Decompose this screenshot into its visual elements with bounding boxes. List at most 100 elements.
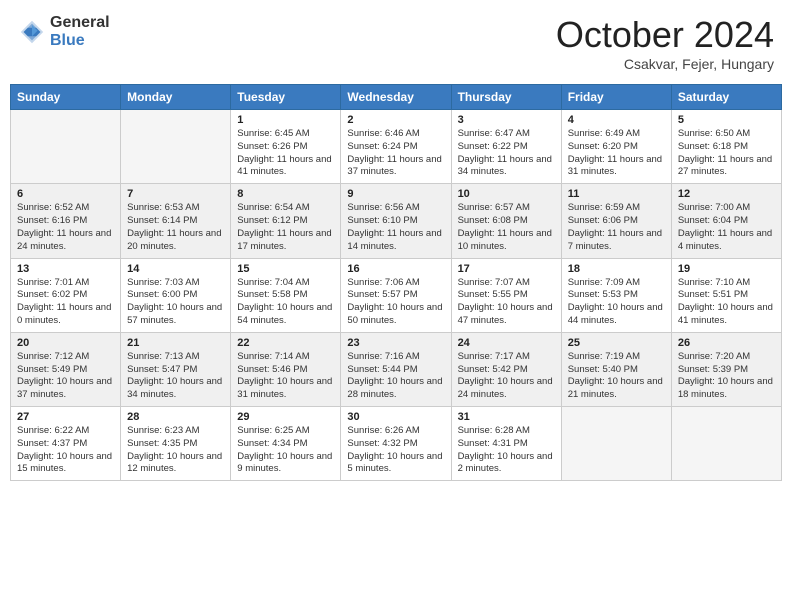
logo-icon xyxy=(18,18,46,46)
day-detail: Sunrise: 6:46 AM Sunset: 6:24 PM Dayligh… xyxy=(347,128,444,179)
calendar-cell: 18Sunrise: 7:09 AM Sunset: 5:53 PM Dayli… xyxy=(561,258,671,332)
day-detail: Sunrise: 7:00 AM Sunset: 6:04 PM Dayligh… xyxy=(678,202,775,253)
day-number: 3 xyxy=(458,114,555,126)
calendar-table: SundayMondayTuesdayWednesdayThursdayFrid… xyxy=(10,84,782,481)
day-detail: Sunrise: 6:53 AM Sunset: 6:14 PM Dayligh… xyxy=(127,202,224,253)
day-number: 2 xyxy=(347,114,444,126)
day-number: 9 xyxy=(347,188,444,200)
calendar-header-row: SundayMondayTuesdayWednesdayThursdayFrid… xyxy=(11,85,782,110)
logo-text: General Blue xyxy=(50,14,110,49)
calendar-cell xyxy=(11,110,121,184)
day-number: 5 xyxy=(678,114,775,126)
day-detail: Sunrise: 7:06 AM Sunset: 5:57 PM Dayligh… xyxy=(347,277,444,328)
logo-blue: Blue xyxy=(50,32,110,50)
day-number: 8 xyxy=(237,188,334,200)
calendar-cell: 16 Sunrise: 7:06 AM Sunset: 5:57 PM Dayli… xyxy=(341,258,451,332)
day-detail: Sunrise: 6:54 AM Sunset: 6:12 PM Dayligh… xyxy=(237,202,334,253)
calendar-cell xyxy=(671,407,781,481)
calendar-cell: 13 Sunrise: 7:01 AM Sunset: 6:02 PM Dayli… xyxy=(11,258,121,332)
calendar-cell: 24 Sunrise: 7:17 AM Sunset: 5:42 PM Dayli… xyxy=(451,332,561,406)
day-number: 19 xyxy=(678,263,775,275)
day-detail: Sunrise: 7:13 AM Sunset: 5:47 PM Dayligh… xyxy=(127,351,224,402)
calendar-cell xyxy=(561,407,671,481)
day-detail: Sunrise: 7:16 AM Sunset: 5:44 PM Dayligh… xyxy=(347,351,444,402)
calendar-cell: 14Sunrise: 7:03 AM Sunset: 6:00 PM Dayli… xyxy=(121,258,231,332)
day-number: 11 xyxy=(568,188,665,200)
day-number: 30 xyxy=(347,411,444,423)
weekday-header: Monday xyxy=(121,85,231,110)
day-number: 31 xyxy=(458,411,555,423)
day-detail: Sunrise: 7:12 AM Sunset: 5:49 PM Dayligh… xyxy=(17,351,114,402)
day-number: 26 xyxy=(678,337,775,349)
day-number: 16 xyxy=(347,263,444,275)
day-detail: Sunrise: 6:47 AM Sunset: 6:22 PM Dayligh… xyxy=(458,128,555,179)
day-detail: Sunrise: 6:26 AM Sunset: 4:32 PM Dayligh… xyxy=(347,425,444,476)
day-number: 24 xyxy=(458,337,555,349)
day-number: 10 xyxy=(458,188,555,200)
calendar-cell: 17Sunrise: 7:07 AM Sunset: 5:55 PM Dayli… xyxy=(451,258,561,332)
calendar-cell: 22Sunrise: 7:14 AM Sunset: 5:46 PM Dayli… xyxy=(231,332,341,406)
day-detail: Sunrise: 7:01 AM Sunset: 6:02 PM Dayligh… xyxy=(17,277,114,328)
month-title: October 2024 xyxy=(556,14,774,56)
calendar-cell: 3 Sunrise: 6:47 AM Sunset: 6:22 PM Daylig… xyxy=(451,110,561,184)
day-number: 21 xyxy=(127,337,224,349)
day-detail: Sunrise: 6:22 AM Sunset: 4:37 PM Dayligh… xyxy=(17,425,114,476)
calendar-week-row: 27 Sunrise: 6:22 AM Sunset: 4:37 PM Dayli… xyxy=(11,407,782,481)
calendar-cell: 8 Sunrise: 6:54 AM Sunset: 6:12 PM Daylig… xyxy=(231,184,341,258)
day-number: 12 xyxy=(678,188,775,200)
page-header: General Blue October 2024 Csakvar, Fejer… xyxy=(10,10,782,76)
calendar-cell: 10 Sunrise: 6:57 AM Sunset: 6:08 PM Dayli… xyxy=(451,184,561,258)
day-number: 15 xyxy=(237,263,334,275)
day-detail: Sunrise: 7:04 AM Sunset: 5:58 PM Dayligh… xyxy=(237,277,334,328)
day-detail: Sunrise: 6:49 AM Sunset: 6:20 PM Dayligh… xyxy=(568,128,665,179)
calendar-cell: 6 Sunrise: 6:52 AM Sunset: 6:16 PM Daylig… xyxy=(11,184,121,258)
day-number: 18 xyxy=(568,263,665,275)
day-detail: Sunrise: 7:03 AM Sunset: 6:00 PM Dayligh… xyxy=(127,277,224,328)
day-detail: Sunrise: 7:14 AM Sunset: 5:46 PM Dayligh… xyxy=(237,351,334,402)
day-detail: Sunrise: 6:57 AM Sunset: 6:08 PM Dayligh… xyxy=(458,202,555,253)
calendar-cell: 7 Sunrise: 6:53 AM Sunset: 6:14 PM Daylig… xyxy=(121,184,231,258)
day-detail: Sunrise: 7:20 AM Sunset: 5:39 PM Dayligh… xyxy=(678,351,775,402)
logo: General Blue xyxy=(18,14,110,49)
day-number: 17 xyxy=(458,263,555,275)
day-number: 27 xyxy=(17,411,114,423)
day-number: 28 xyxy=(127,411,224,423)
calendar-cell: 25Sunrise: 7:19 AM Sunset: 5:40 PM Dayli… xyxy=(561,332,671,406)
calendar-cell: 1Sunrise: 6:45 AM Sunset: 6:26 PM Daylig… xyxy=(231,110,341,184)
day-detail: Sunrise: 7:19 AM Sunset: 5:40 PM Dayligh… xyxy=(568,351,665,402)
calendar-week-row: 13 Sunrise: 7:01 AM Sunset: 6:02 PM Dayli… xyxy=(11,258,782,332)
day-detail: Sunrise: 6:52 AM Sunset: 6:16 PM Dayligh… xyxy=(17,202,114,253)
calendar-cell: 19 Sunrise: 7:10 AM Sunset: 5:51 PM Dayli… xyxy=(671,258,781,332)
day-detail: Sunrise: 6:56 AM Sunset: 6:10 PM Dayligh… xyxy=(347,202,444,253)
day-number: 1 xyxy=(237,114,334,126)
calendar-cell: 27 Sunrise: 6:22 AM Sunset: 4:37 PM Dayli… xyxy=(11,407,121,481)
calendar-cell: 11Sunrise: 6:59 AM Sunset: 6:06 PM Dayli… xyxy=(561,184,671,258)
calendar-cell: 15 Sunrise: 7:04 AM Sunset: 5:58 PM Dayli… xyxy=(231,258,341,332)
calendar-cell: 4 Sunrise: 6:49 AM Sunset: 6:20 PM Daylig… xyxy=(561,110,671,184)
calendar-week-row: 20Sunrise: 7:12 AM Sunset: 5:49 PM Dayli… xyxy=(11,332,782,406)
calendar-cell: 28Sunrise: 6:23 AM Sunset: 4:35 PM Dayli… xyxy=(121,407,231,481)
day-number: 7 xyxy=(127,188,224,200)
location: Csakvar, Fejer, Hungary xyxy=(556,56,774,72)
day-detail: Sunrise: 6:50 AM Sunset: 6:18 PM Dayligh… xyxy=(678,128,775,179)
calendar-cell: 12 Sunrise: 7:00 AM Sunset: 6:04 PM Dayli… xyxy=(671,184,781,258)
day-detail: Sunrise: 7:10 AM Sunset: 5:51 PM Dayligh… xyxy=(678,277,775,328)
calendar-cell: 30 Sunrise: 6:26 AM Sunset: 4:32 PM Dayli… xyxy=(341,407,451,481)
calendar-cell: 26 Sunrise: 7:20 AM Sunset: 5:39 PM Dayli… xyxy=(671,332,781,406)
day-detail: Sunrise: 6:25 AM Sunset: 4:34 PM Dayligh… xyxy=(237,425,334,476)
day-number: 4 xyxy=(568,114,665,126)
weekday-header: Sunday xyxy=(11,85,121,110)
day-number: 23 xyxy=(347,337,444,349)
day-number: 6 xyxy=(17,188,114,200)
weekday-header: Thursday xyxy=(451,85,561,110)
day-detail: Sunrise: 7:17 AM Sunset: 5:42 PM Dayligh… xyxy=(458,351,555,402)
calendar-cell: 5 Sunrise: 6:50 AM Sunset: 6:18 PM Daylig… xyxy=(671,110,781,184)
calendar-cell: 31Sunrise: 6:28 AM Sunset: 4:31 PM Dayli… xyxy=(451,407,561,481)
weekday-header: Tuesday xyxy=(231,85,341,110)
weekday-header: Friday xyxy=(561,85,671,110)
calendar-week-row: 6 Sunrise: 6:52 AM Sunset: 6:16 PM Daylig… xyxy=(11,184,782,258)
day-number: 13 xyxy=(17,263,114,275)
calendar-week-row: 1Sunrise: 6:45 AM Sunset: 6:26 PM Daylig… xyxy=(11,110,782,184)
day-number: 29 xyxy=(237,411,334,423)
calendar-cell: 20Sunrise: 7:12 AM Sunset: 5:49 PM Dayli… xyxy=(11,332,121,406)
